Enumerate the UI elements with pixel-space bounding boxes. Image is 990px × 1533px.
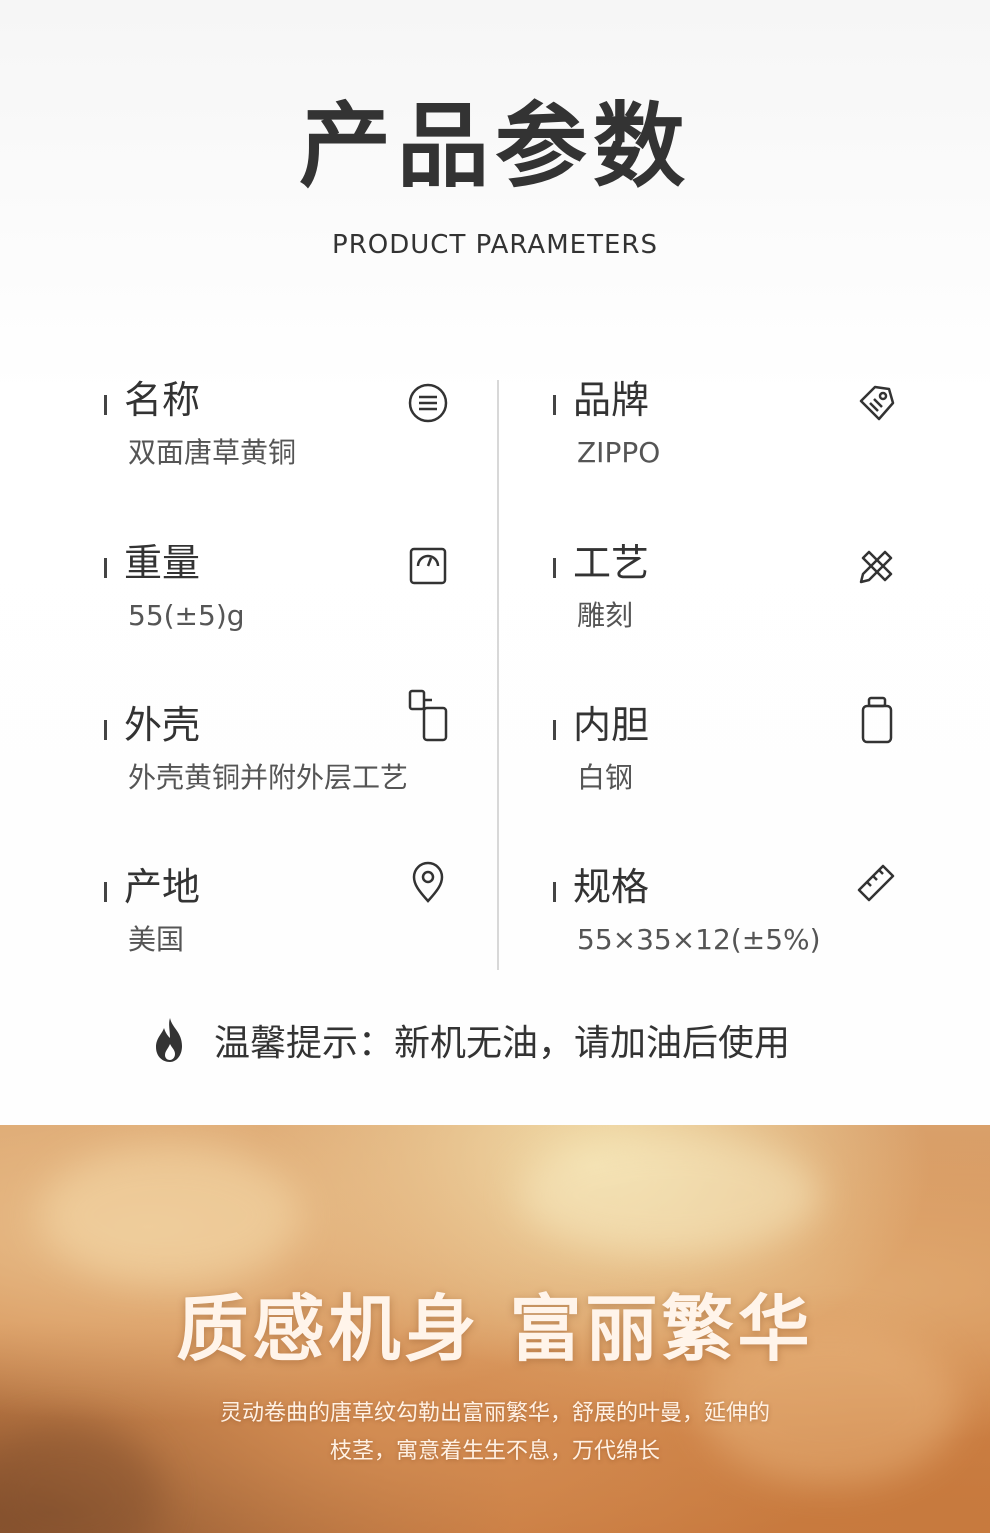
param-label: 产地 (124, 865, 201, 909)
param-shell: 外壳 外壳黄铜并附外层工艺 (104, 689, 484, 820)
list-icon (406, 381, 450, 425)
param-label: 外壳 (124, 703, 201, 747)
label-marker (553, 395, 556, 415)
label-marker (104, 720, 107, 740)
tag-icon (855, 381, 899, 425)
label-marker (104, 558, 107, 578)
label-marker (553, 882, 556, 902)
usage-tip: 温馨提示：新机无油，请加油后使用 (150, 1015, 910, 1065)
location-pin-icon (406, 860, 450, 904)
lighter-shell-icon (406, 688, 450, 744)
hero-banner: 质感机身 富丽繁华 灵动卷曲的唐草纹勾勒出富丽繁华，舒展的叶曼，延伸的枝茎，寓意… (0, 1125, 990, 1533)
label-marker (104, 882, 107, 902)
param-value: 双面唐草黄铜 (128, 436, 297, 469)
param-label: 工艺 (573, 541, 650, 585)
page-title: 产品参数 (298, 93, 691, 200)
background-blur (0, 1425, 160, 1533)
flame-icon (156, 1018, 182, 1062)
label-marker (104, 395, 107, 415)
param-weight: 重量 55(±5)g (104, 541, 484, 658)
param-value: 白钢 (577, 761, 634, 794)
param-value: ZIPPO (577, 436, 661, 469)
background-blur (520, 1135, 820, 1255)
param-label: 规格 (573, 865, 650, 909)
pencil-ruler-icon (855, 544, 899, 588)
background-blur (40, 1145, 300, 1285)
param-origin: 产地 美国 (104, 861, 484, 982)
param-value: 美国 (128, 923, 185, 956)
param-size: 规格 55×35×12(±5%) (553, 864, 933, 982)
hero-title: 质感机身 富丽繁华 (176, 1287, 814, 1371)
param-value: 55(±5)g (128, 599, 245, 632)
label-marker (553, 558, 556, 578)
label-marker (553, 720, 556, 740)
param-brand: 品牌 ZIPPO (553, 378, 933, 495)
param-value: 55×35×12(±5%) (577, 923, 821, 956)
param-label: 内胆 (573, 703, 650, 747)
param-label: 重量 (124, 541, 201, 585)
param-label: 品牌 (573, 378, 650, 422)
inner-case-icon (855, 694, 899, 746)
hero-description: 灵动卷曲的唐草纹勾勒出富丽繁华，舒展的叶曼，延伸的枝茎，寓意着生生不息，万代绵长 (219, 1401, 770, 1464)
param-label: 名称 (124, 378, 201, 422)
ruler-icon (855, 860, 899, 904)
page-subtitle: PRODUCT PARAMETERS (332, 230, 658, 260)
column-divider (497, 380, 499, 970)
param-value: 外壳黄铜并附外层工艺 (128, 761, 409, 794)
tip-text: 温馨提示：新机无油，请加油后使用 (214, 1023, 791, 1064)
param-value: 雕刻 (577, 599, 634, 632)
param-name: 名称 双面唐草黄铜 (104, 378, 484, 495)
scale-icon (406, 544, 450, 588)
param-craft: 工艺 雕刻 (553, 541, 933, 658)
param-inner: 内胆 白钢 (553, 696, 933, 820)
parameters-section: 产品参数 PRODUCT PARAMETERS 名称 双面唐草黄铜 品牌 ZIP… (0, 0, 990, 1125)
